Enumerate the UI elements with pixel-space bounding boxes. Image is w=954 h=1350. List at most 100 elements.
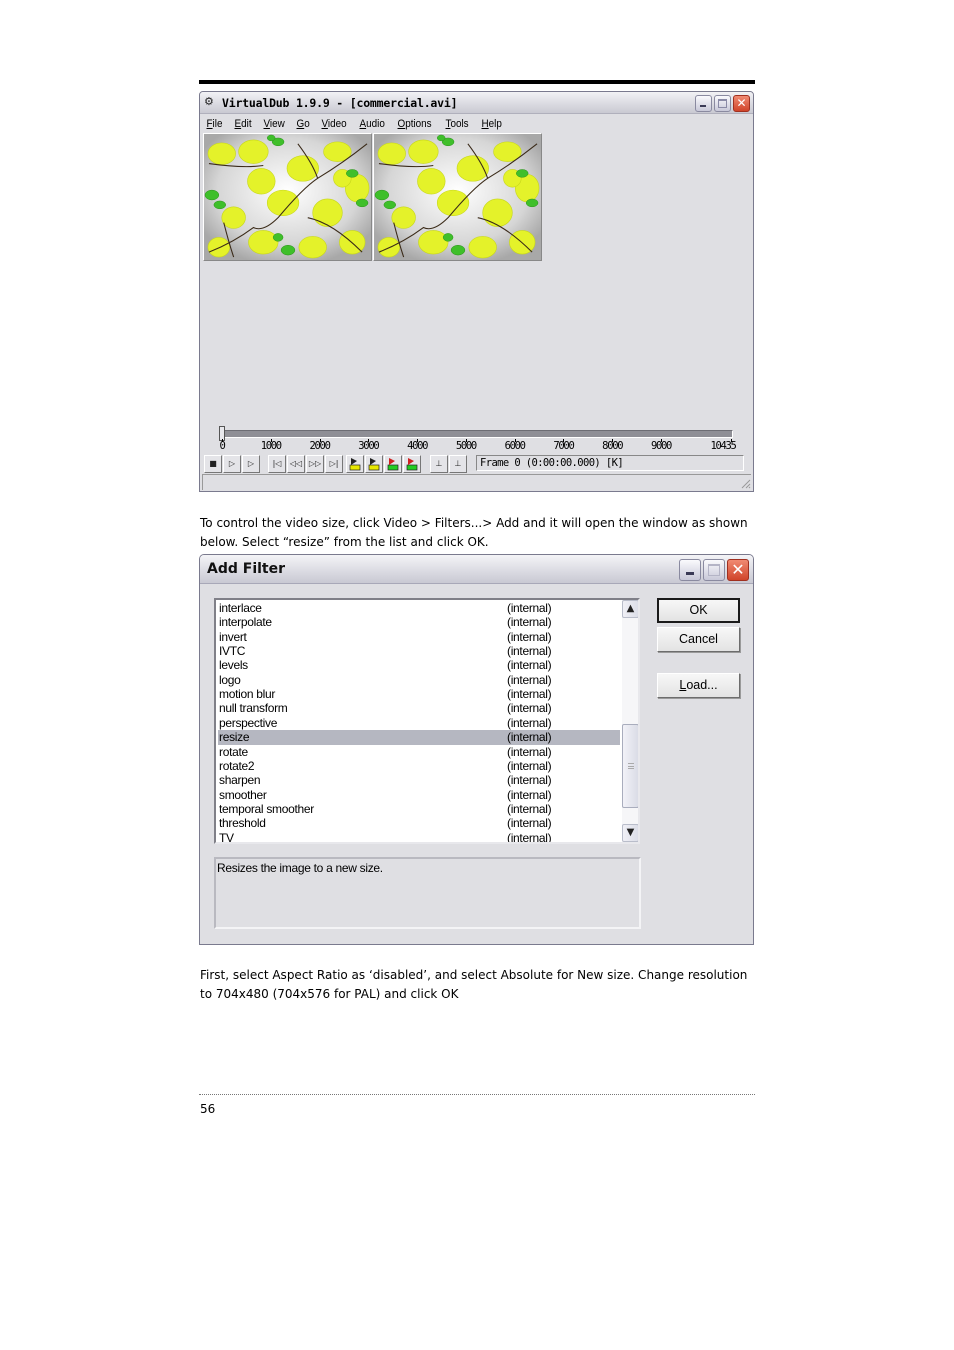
leaves-image (374, 134, 541, 260)
filter-row[interactable]: temporal smoother (internal) (218, 802, 620, 816)
timeline-tick-label: 9000 (650, 440, 672, 452)
app-icon[interactable]: ⚙ (204, 96, 218, 108)
input-video-pane[interactable] (203, 133, 372, 261)
filter-source: (internal) (507, 701, 552, 716)
menu-accel: V (263, 118, 270, 130)
filter-row[interactable]: invert (internal) (218, 630, 620, 644)
menu-options[interactable]: Options (393, 118, 436, 130)
menu-video[interactable]: Video (317, 118, 351, 130)
menu-file[interactable]: File (202, 118, 227, 130)
menu-accel: O (397, 118, 406, 130)
filter-source: (internal) (507, 773, 552, 788)
minimize-button[interactable] (695, 95, 712, 112)
filter-row[interactable]: sharpen (internal) (218, 773, 620, 787)
filter-row[interactable]: levels (internal) (218, 658, 620, 672)
filter-row[interactable]: logo (internal) (218, 673, 620, 687)
menu-label: o (304, 118, 311, 130)
forward-button[interactable]: ▷▷ (306, 455, 324, 473)
filter-source: (internal) (507, 830, 552, 844)
prev-keyframe-button[interactable] (346, 455, 364, 473)
filter-row[interactable]: IVTC (internal) (218, 644, 620, 658)
filter-description: Resizes the image to a new size. (214, 857, 641, 929)
play-output-button[interactable]: ▷ (242, 455, 260, 473)
timeline-tick-label: 7000 (553, 440, 574, 452)
close-icon: ✕ (736, 96, 747, 110)
menu-audio[interactable]: Audio (355, 118, 389, 130)
mark-out-button[interactable]: ⊥ (449, 455, 467, 473)
filter-row[interactable]: threshold (internal) (218, 816, 620, 830)
filter-row[interactable]: smoother (internal) (218, 788, 620, 802)
page-number: 56 (200, 1102, 216, 1116)
go-start-button[interactable]: |◁ (268, 455, 286, 473)
menu-help[interactable]: Help (477, 118, 506, 130)
filter-source: (internal) (507, 629, 552, 644)
mark-in-icon: ⊥ (435, 459, 443, 468)
menu-label: elp (488, 118, 502, 130)
title-bar[interactable]: ⚙ VirtualDub 1.9.9 - [commercial.avi] ✕ (200, 92, 753, 114)
fast-forward-icon: ▷▷ (308, 459, 322, 468)
add-filter-dialog: Add Filter ✕ interlace (internal) interpol… (199, 554, 754, 945)
filter-row[interactable]: perspective (internal) (218, 716, 620, 730)
filter-name: levels (219, 658, 248, 673)
timeline-track[interactable] (220, 430, 733, 438)
cancel-button[interactable]: Cancel (657, 627, 740, 652)
filter-row[interactable]: interpolate (internal) (218, 615, 620, 629)
menu-bar: File Edit View Go Video Audio Options Tools Help (202, 115, 751, 133)
next-keyframe-icon (368, 458, 380, 471)
filter-row[interactable]: TV (internal) (218, 830, 620, 844)
resize-grip-icon[interactable] (740, 478, 751, 489)
close-button[interactable]: ✕ (733, 95, 750, 112)
filter-row[interactable]: rotate2 (internal) (218, 759, 620, 773)
menu-tools[interactable]: Tools (441, 118, 473, 130)
go-end-button[interactable]: ▷| (325, 455, 343, 473)
dialog-close-button[interactable]: ✕ (727, 559, 749, 581)
prev-scene-button[interactable] (384, 455, 402, 473)
leaves-image (204, 134, 371, 260)
mark-in-button[interactable]: ⊥ (430, 455, 448, 473)
back-button[interactable]: ◁◁ (287, 455, 305, 473)
filter-list[interactable]: interlace (internal) interpolate (internal)… (214, 598, 640, 844)
menu-go[interactable]: Go (292, 118, 314, 130)
filter-row[interactable]: null transform (internal) (218, 701, 620, 715)
top-rule (199, 80, 755, 84)
timeline-tick-label: 3000 (358, 440, 379, 452)
filter-name: null transform (219, 701, 288, 716)
filter-source: (internal) (507, 758, 552, 773)
filter-source: (internal) (507, 615, 552, 630)
menu-label: udio (366, 118, 385, 130)
filter-name: temporal smoother (219, 801, 314, 816)
filter-row[interactable]: motion blur (internal) (218, 687, 620, 701)
next-keyframe-button[interactable] (365, 455, 383, 473)
output-video-pane[interactable] (373, 133, 542, 261)
filter-source: (internal) (507, 687, 552, 702)
filter-source: (internal) (507, 816, 552, 831)
filter-source: (internal) (507, 730, 552, 745)
filter-list-scrollbar[interactable]: ▲ ▼ (622, 600, 638, 842)
filter-name: IVTC (219, 644, 246, 659)
filter-row[interactable]: rotate (internal) (218, 745, 620, 759)
scrollbar-thumb[interactable] (622, 724, 638, 808)
filter-row-selected[interactable]: resize (internal) (218, 730, 620, 745)
scroll-up-button[interactable]: ▲ (622, 600, 638, 618)
filter-row[interactable]: interlace (internal) (218, 601, 620, 615)
filter-name: threshold (219, 816, 266, 831)
load-button[interactable]: Load... (657, 673, 740, 698)
frame-status: Frame 0 (0:00:00.000) [K] (476, 455, 744, 471)
menu-view[interactable]: View (259, 118, 289, 130)
maximize-button[interactable] (714, 95, 731, 112)
dialog-minimize-button[interactable] (679, 559, 701, 581)
scroll-down-button[interactable]: ▼ (622, 824, 638, 842)
filter-name: sharpen (219, 773, 261, 788)
menu-edit[interactable]: Edit (230, 118, 256, 130)
filter-name: motion blur (219, 687, 276, 702)
play-input-button[interactable]: ▷ (223, 455, 241, 473)
stop-button[interactable]: ■ (204, 455, 222, 473)
dialog-title-bar[interactable]: Add Filter ✕ (200, 555, 753, 584)
dialog-maximize-button[interactable] (703, 559, 725, 581)
timeline-ticks: 0 1000 2000 3000 4000 5000 6000 7000 8000 9000 104… (200, 439, 755, 456)
instruction-paragraph-1: To control the video size, click Video >… (200, 516, 748, 549)
ok-button[interactable]: OK (657, 598, 740, 623)
next-scene-button[interactable] (403, 455, 421, 473)
timeline-tick-label: 6000 (504, 440, 526, 452)
filter-name: TV (219, 830, 234, 844)
